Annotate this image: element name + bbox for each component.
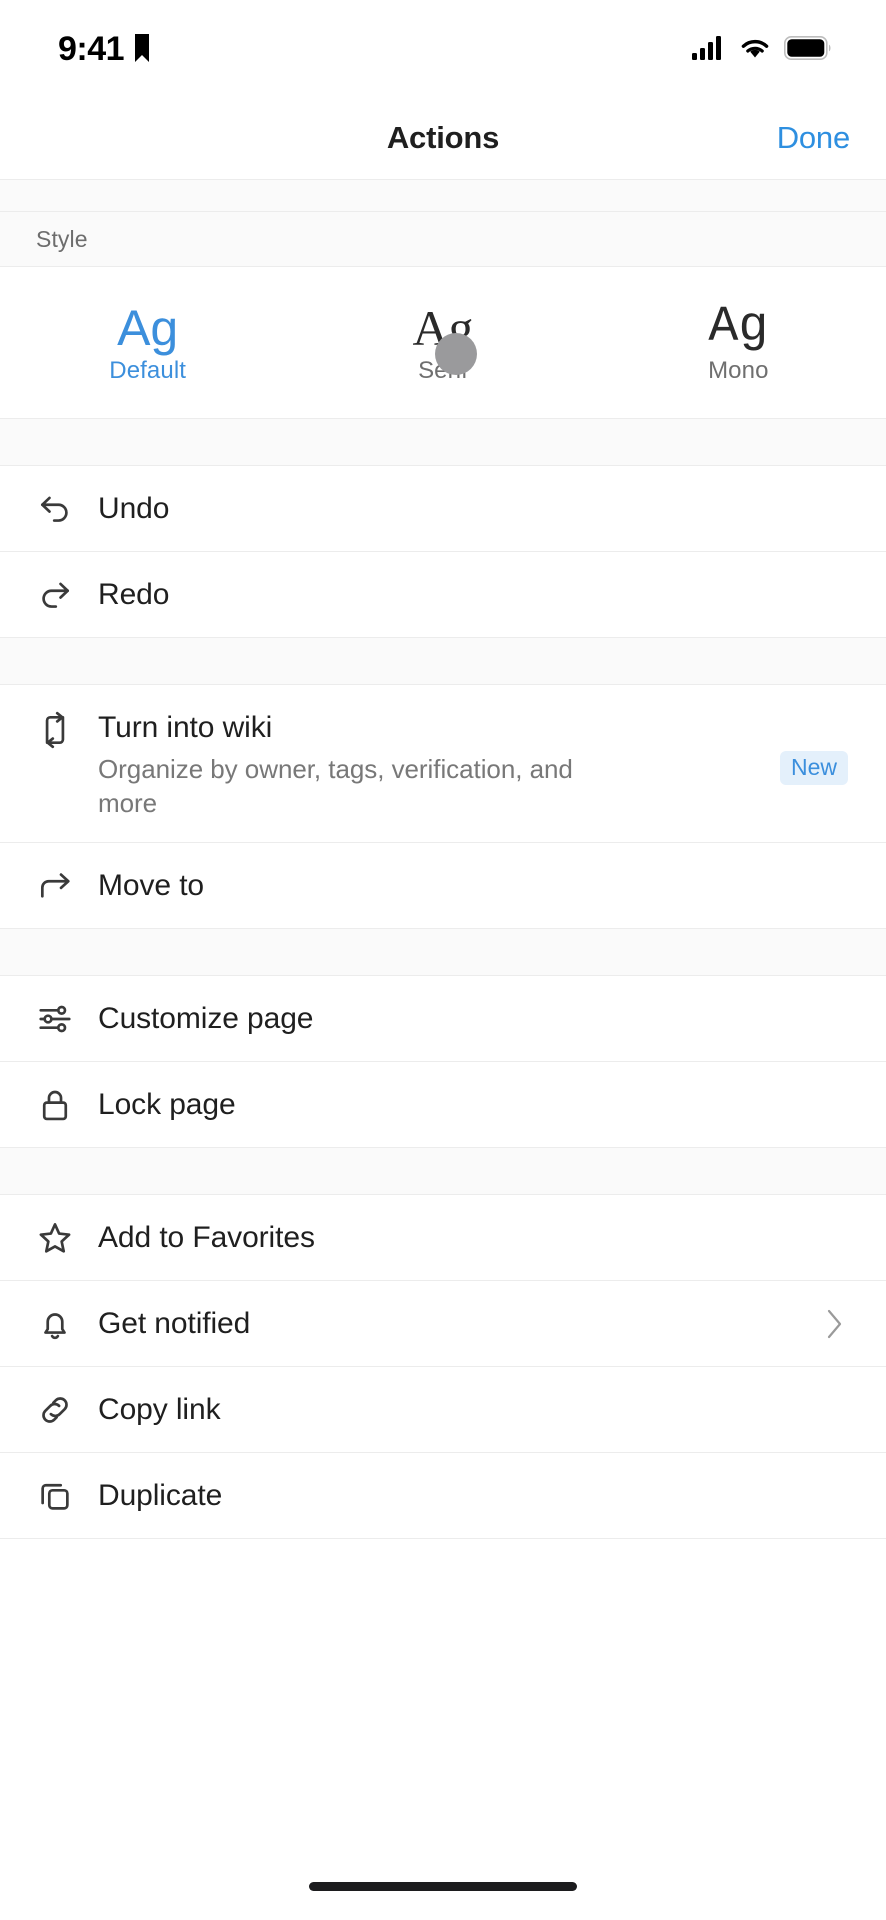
status-time: 9:41 (58, 30, 125, 68)
bell-icon (36, 1305, 98, 1343)
spacer-above-wiki (0, 638, 886, 685)
menu-sublabel-turn-into-wiki: Organize by owner, tags, verification, a… (98, 753, 573, 818)
menu-item-lock-page[interactable]: Lock page (0, 1062, 886, 1149)
move-to-text-slot: Move to (98, 843, 850, 928)
menu-label-copy-link: Copy link (98, 1392, 221, 1426)
status-bar-left: 9:41 (58, 30, 151, 66)
spacer-above-customize (0, 929, 886, 977)
phone-screen: 9:41 Actions Done Style Ag Default Ag Ag… (0, 0, 886, 1920)
menu-label-move-to: Move to (98, 868, 205, 902)
bookmark-icon (133, 33, 151, 63)
menu-label-customize-page: Customize page (98, 1001, 314, 1035)
menu-item-customize-page[interactable]: Customize page (0, 976, 886, 1063)
undo-arrow-icon (36, 490, 98, 528)
style-label-default: Default (109, 356, 187, 384)
wiki-text-slot: Turn into wiki Organize by owner, tags, … (98, 685, 850, 842)
menu-label-undo: Undo (98, 491, 170, 525)
page-title: Actions (386, 119, 500, 155)
customize-text-slot: Customize page (98, 976, 850, 1061)
home-indicator-zone (0, 1868, 886, 1920)
battery-icon (784, 36, 832, 60)
favorites-text-slot: Add to Favorites (98, 1195, 850, 1280)
duplicate-text-slot: Duplicate (98, 1453, 850, 1538)
star-icon (36, 1219, 98, 1257)
wifi-icon (739, 36, 771, 60)
style-label-mono: Mono (708, 356, 769, 384)
status-bar: 9:41 (0, 0, 886, 96)
undo-text-slot: Undo (98, 466, 850, 551)
chevron-right-icon (824, 1307, 846, 1341)
swap-vertical-icon (36, 685, 98, 749)
status-badge-new: New (779, 751, 848, 786)
link-chain-icon (36, 1391, 98, 1429)
duplicate-copy-icon (36, 1477, 98, 1515)
menu-label-add-to-favorites: Add to Favorites (98, 1220, 315, 1254)
menu-item-duplicate[interactable]: Duplicate (0, 1453, 886, 1540)
home-indicator-bar[interactable] (309, 1882, 577, 1891)
menu-label-lock-page: Lock page (98, 1087, 236, 1121)
menu-item-get-notified[interactable]: Get notified (0, 1281, 886, 1368)
lock-text-slot: Lock page (98, 1062, 850, 1147)
menu-label-duplicate: Duplicate (98, 1478, 223, 1512)
get-notified-text-slot: Get notified (98, 1281, 850, 1366)
menu-item-copy-link[interactable]: Copy link (0, 1367, 886, 1454)
menu-item-undo[interactable]: Undo (0, 466, 886, 552)
style-glyph-default: Ag (117, 299, 179, 356)
menu-item-add-to-favorites[interactable]: Add to Favorites (0, 1195, 886, 1282)
nav-bar: Actions Done (0, 96, 886, 180)
menu-item-move-to[interactable]: Move to (0, 843, 886, 930)
spacer-above-undo (0, 419, 886, 466)
copy-link-text-slot: Copy link (98, 1367, 850, 1452)
style-option-default[interactable]: Ag Default (0, 301, 295, 385)
done-button[interactable]: Done (777, 120, 851, 156)
menu-label-turn-into-wiki: Turn into wiki (98, 711, 273, 744)
style-section-header: Style (0, 212, 886, 267)
spacer-above-style (0, 180, 886, 212)
cellular-signal-icon (692, 36, 726, 60)
menu-label-get-notified: Get notified (98, 1306, 251, 1340)
style-picker: Ag Default Ag Serif Ag Mono (0, 267, 886, 419)
arrow-move-icon (36, 867, 98, 905)
style-option-mono[interactable]: Ag Mono (591, 298, 886, 385)
menu-item-turn-into-wiki[interactable]: Turn into wiki Organize by owner, tags, … (0, 685, 886, 844)
redo-arrow-icon (36, 576, 98, 614)
sliders-icon (36, 1000, 98, 1038)
lock-icon (36, 1086, 98, 1124)
style-glyph-mono: Ag (708, 298, 769, 356)
spacer-above-favorites (0, 1148, 886, 1196)
menu-label-redo: Redo (98, 577, 170, 611)
redo-text-slot: Redo (98, 552, 850, 637)
touch-indicator (435, 333, 477, 375)
status-bar-right (692, 36, 832, 60)
style-section-label: Style (36, 225, 88, 252)
menu-item-redo[interactable]: Redo (0, 552, 886, 638)
